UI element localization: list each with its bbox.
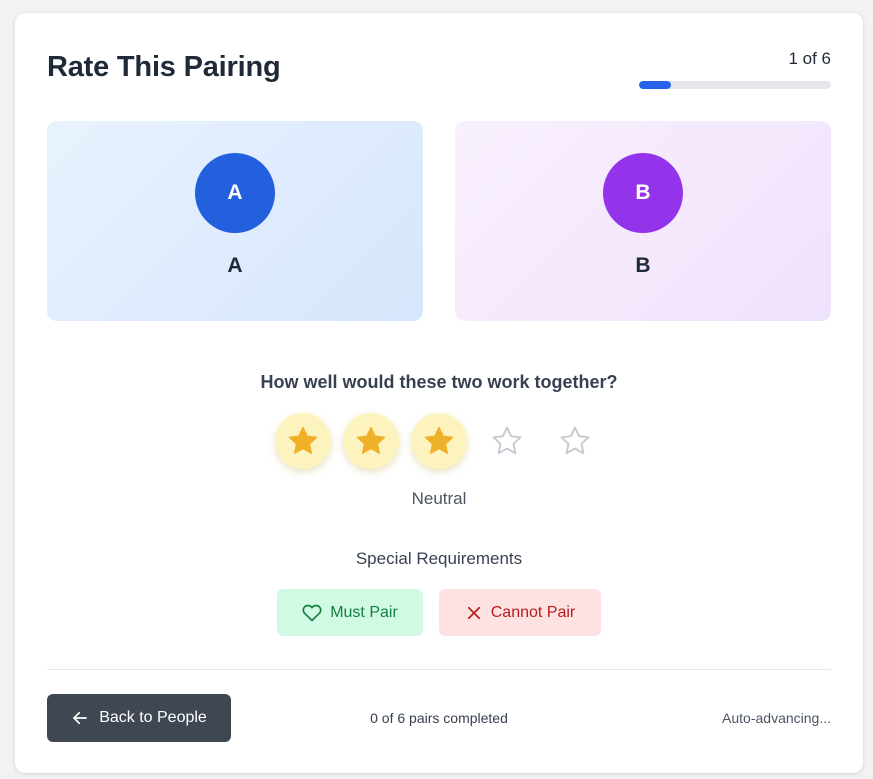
star-5-button[interactable] xyxy=(547,413,603,469)
star-icon xyxy=(422,424,456,458)
x-icon xyxy=(465,604,483,622)
star-icon xyxy=(558,424,592,458)
star-icon xyxy=(490,424,524,458)
person-b-card: B B xyxy=(455,121,831,321)
person-a-card: A A xyxy=(47,121,423,321)
star-icon xyxy=(286,424,320,458)
auto-advance-status: Auto-advancing... xyxy=(722,710,831,726)
footer-divider xyxy=(47,669,831,670)
cannot-pair-button[interactable]: Cannot Pair xyxy=(439,589,601,636)
progress-indicator: 1 of 6 xyxy=(639,49,831,89)
cannot-pair-label: Cannot Pair xyxy=(490,603,576,621)
star-2-button[interactable] xyxy=(343,413,399,469)
person-a-name: A xyxy=(227,254,243,277)
star-3-button[interactable] xyxy=(411,413,467,469)
pairing-card: Rate This Pairing 1 of 6 A A B B How wel… xyxy=(15,13,863,773)
rating-label: Neutral xyxy=(411,489,467,508)
must-pair-button[interactable]: Must Pair xyxy=(277,589,423,636)
heart-icon xyxy=(302,603,322,623)
must-pair-label: Must Pair xyxy=(330,603,398,621)
special-requirements-buttons: Must Pair Cannot Pair xyxy=(277,589,601,636)
avatar-b: B xyxy=(603,153,683,233)
page-title: Rate This Pairing xyxy=(47,51,281,83)
progress-bar-fill xyxy=(639,81,671,89)
progress-bar xyxy=(639,81,831,89)
star-4-button[interactable] xyxy=(479,413,535,469)
star-rating xyxy=(275,413,603,469)
special-requirements-title: Special Requirements xyxy=(355,549,523,568)
header: Rate This Pairing 1 of 6 xyxy=(47,49,831,99)
avatar-a: A xyxy=(195,153,275,233)
star-icon xyxy=(354,424,388,458)
star-1-button[interactable] xyxy=(275,413,331,469)
progress-count: 1 of 6 xyxy=(788,49,831,68)
person-b-name: B xyxy=(635,254,651,277)
rating-question: How well would these two work together? xyxy=(260,372,618,392)
